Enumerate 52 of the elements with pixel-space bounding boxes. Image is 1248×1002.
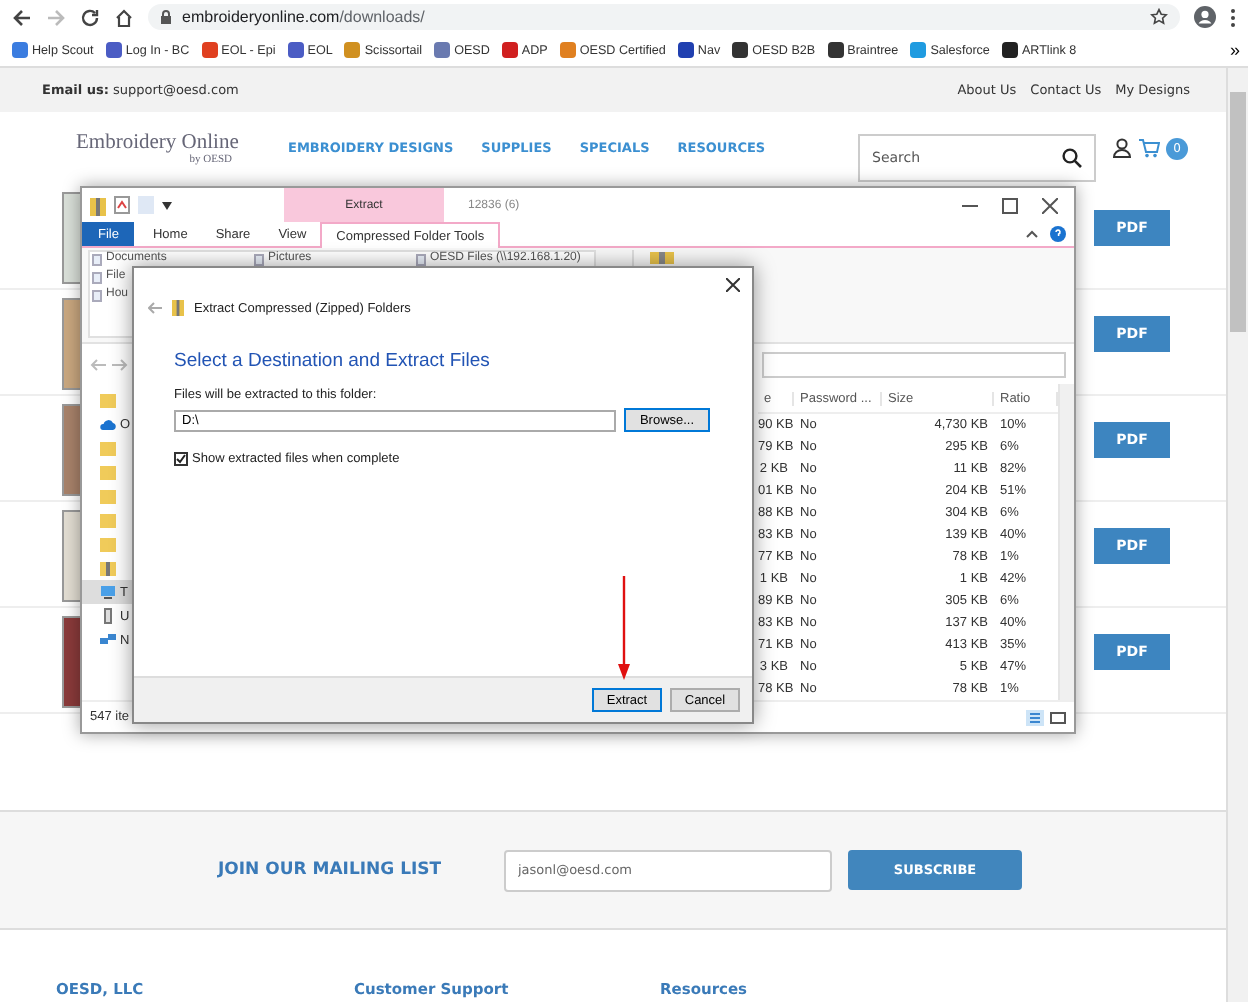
large-icons-view-icon[interactable]: [1050, 709, 1066, 725]
cloud-icon: [100, 416, 116, 432]
more-bookmarks-button[interactable]: »: [1229, 40, 1240, 60]
favicon-icon: [105, 42, 122, 58]
forward-arrow-icon[interactable]: [112, 357, 128, 371]
profile-icon[interactable]: [1194, 6, 1216, 28]
properties-icon[interactable]: [114, 196, 130, 214]
favicon-icon: [287, 42, 304, 58]
zip-folder-icon: [100, 560, 116, 576]
favicon-icon: [434, 42, 451, 58]
address-field[interactable]: [762, 351, 1066, 377]
favicon-icon: [12, 42, 28, 58]
network-icon: [100, 632, 116, 648]
back-arrow-icon[interactable]: [12, 7, 32, 27]
home-icon[interactable]: [114, 7, 134, 27]
zip-folder-icon: [172, 300, 184, 316]
zip-folder-icon: [90, 195, 106, 215]
document-icon: [254, 253, 264, 265]
menu-icon[interactable]: [1230, 7, 1236, 27]
address-bar[interactable]: embroideryonline.com/downloads/: [148, 4, 1180, 30]
usb-drive-icon: [100, 608, 116, 624]
favicon-icon: [501, 42, 518, 58]
favicon-icon: [732, 42, 749, 58]
help-icon[interactable]: [1050, 226, 1066, 242]
extract-folder-icon[interactable]: [650, 250, 674, 264]
search-icon: [1062, 148, 1083, 168]
favicon-icon: [201, 42, 218, 58]
checkmark-icon: [176, 454, 186, 464]
favicon-icon: [910, 42, 927, 58]
close-icon[interactable]: [726, 278, 740, 292]
lock-icon: [160, 10, 172, 24]
favicon-icon: [559, 42, 576, 58]
dropdown-caret-icon[interactable]: [162, 201, 172, 209]
dialog-heading: Select a Destination and Extract Files: [174, 350, 492, 372]
monitor-icon: [100, 584, 116, 600]
address-url: embroideryonline.com/downloads/: [182, 8, 425, 26]
user-icon[interactable]: [1112, 138, 1133, 158]
folder-icon: [100, 392, 116, 408]
maximize-icon[interactable]: [1002, 197, 1018, 213]
reload-icon[interactable]: [80, 7, 100, 27]
mailing-list-heading: JOIN OUR MAILING LIST: [218, 860, 444, 880]
close-icon[interactable]: [1042, 197, 1058, 213]
favicon-icon: [344, 42, 361, 58]
favicon-icon: [1001, 42, 1018, 58]
checkbox[interactable]: [174, 452, 188, 466]
favicon-icon: [827, 42, 844, 58]
star-icon[interactable]: [1150, 8, 1168, 26]
document-icon: [416, 253, 426, 265]
favicon-icon: [677, 42, 694, 58]
collapse-ribbon-icon[interactable]: [1026, 230, 1038, 238]
annotation-arrow: [618, 576, 630, 680]
details-view-icon[interactable]: [1026, 709, 1044, 725]
